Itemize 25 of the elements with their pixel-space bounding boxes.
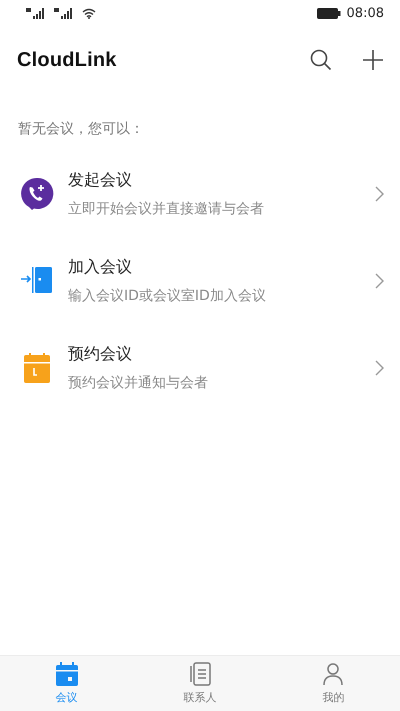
- action-title: 加入会议: [68, 256, 133, 278]
- action-subtitle: 输入会议ID或会议室ID加入会议: [68, 286, 267, 304]
- chevron-right-icon: [375, 360, 384, 376]
- status-time: 08:08: [346, 6, 384, 20]
- action-subtitle: 预约会议并通知与会者: [68, 374, 209, 392]
- action-item[interactable]: 预约会议 预约会议并通知与会者: [0, 324, 400, 411]
- add-button[interactable]: [362, 49, 384, 71]
- action-item[interactable]: 加入会议 输入会议ID或会议室ID加入会议: [0, 237, 400, 324]
- person-icon: [322, 662, 344, 686]
- section-label: 暂无会议，您可以：: [17, 120, 145, 139]
- tab[interactable]: 联系人: [133, 656, 267, 711]
- chevron-right-icon: [375, 272, 384, 288]
- action-item[interactable]: 发起会议 立即开始会议并直接邀请与会者: [0, 150, 400, 237]
- calendar-icon: [56, 662, 78, 686]
- search-button[interactable]: [310, 49, 332, 71]
- tab[interactable]: 我的: [266, 656, 400, 711]
- phone-add-icon: [20, 176, 54, 210]
- contacts-book-icon: [188, 662, 211, 686]
- wifi-icon: [82, 8, 96, 18]
- chevron-right-icon: [375, 186, 384, 202]
- action-title: 预约会议: [68, 344, 133, 364]
- battery-icon: [316, 8, 341, 18]
- app-logo: CloudLink: [17, 48, 117, 72]
- action-subtitle: 立即开始会议并直接邀请与会者: [68, 200, 265, 218]
- action-title: 发起会议: [68, 170, 133, 190]
